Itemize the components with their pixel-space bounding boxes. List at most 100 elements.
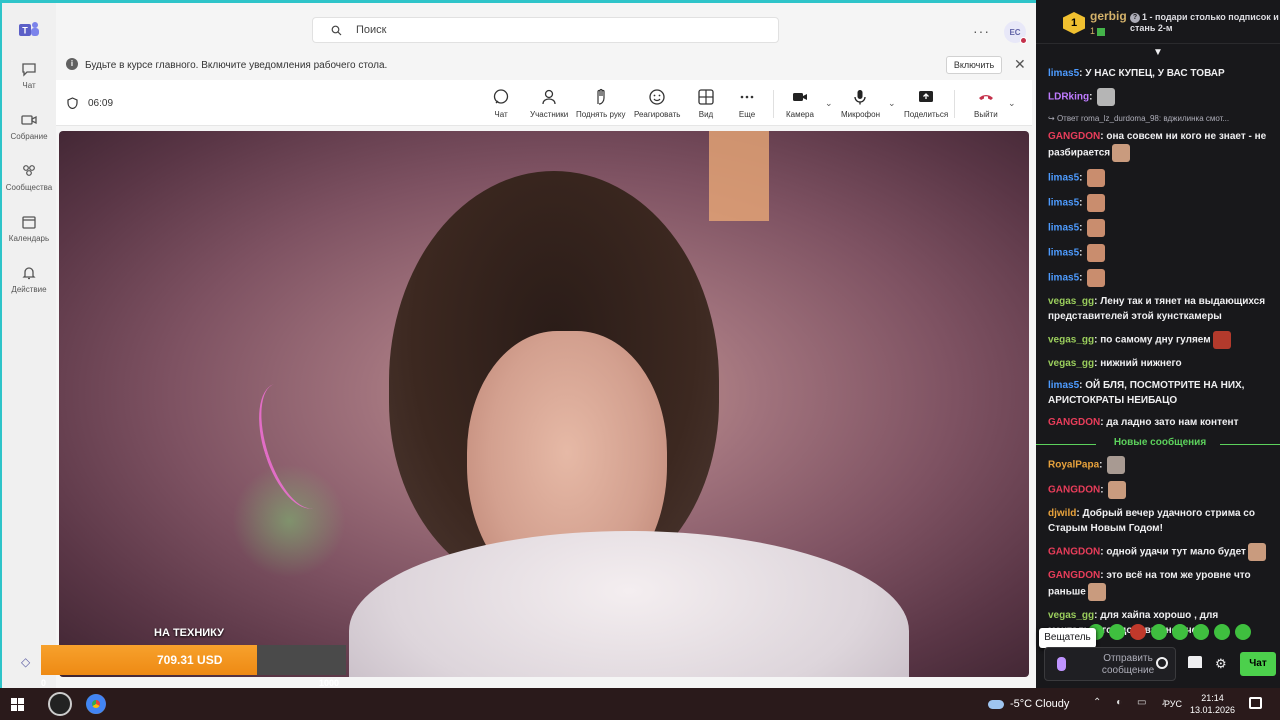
share-button[interactable]: Поделиться <box>904 88 948 119</box>
shield-icon <box>67 97 78 109</box>
chat-username[interactable]: vegas_gg <box>1048 358 1094 369</box>
emote-icon[interactable] <box>1151 624 1167 640</box>
status-dot-icon <box>1020 37 1027 44</box>
avatar[interactable]: EC <box>1004 21 1027 44</box>
emote-icon[interactable] <box>1087 269 1106 287</box>
leave-label: Выйти <box>974 110 998 119</box>
chat-username[interactable]: vegas_gg <box>1048 335 1094 346</box>
diamond-icon[interactable]: ◇ <box>21 655 30 669</box>
language-indicator[interactable]: РУС <box>1164 699 1182 709</box>
more-button[interactable]: Еще <box>738 88 756 119</box>
emote-bar[interactable] <box>1088 624 1256 644</box>
emote-icon[interactable] <box>1112 144 1131 162</box>
microphone-options-chevron-icon[interactable]: ⌄ <box>888 98 896 109</box>
emote-icon[interactable] <box>1108 481 1127 499</box>
react-button[interactable]: Реагировать <box>634 88 680 119</box>
camera-options-chevron-icon[interactable]: ⌄ <box>825 98 833 109</box>
chat-username[interactable]: GANGDON <box>1048 485 1100 496</box>
top-gifter-text: 1 - подари столько подписок и стань 2-м <box>1130 12 1279 33</box>
leave-options-chevron-icon[interactable]: ⌄ <box>1008 98 1016 109</box>
chat-username[interactable]: limas5 <box>1048 248 1079 259</box>
weather-widget[interactable]: -5°C Cloudy <box>988 698 1069 710</box>
chat-message: GANGDON: она совсем ни кого не знает - н… <box>1048 129 1272 162</box>
chat-username[interactable]: limas5 <box>1048 380 1079 391</box>
emote-icon[interactable] <box>1193 624 1209 640</box>
raise-hand-button[interactable]: Поднять руку <box>576 88 625 119</box>
chat-message: limas5: ОЙ БЛЯ, ПОСМОТРИТЕ НА НИХ, АРИСТ… <box>1048 380 1245 406</box>
microphone-button[interactable]: Микрофон <box>841 88 880 119</box>
chat-username[interactable]: limas5 <box>1048 173 1079 184</box>
bell-icon <box>22 267 36 280</box>
top-gifter-message: ? 1 - подари столько подписок и стань 2-м <box>1130 12 1280 34</box>
emote-icon[interactable] <box>1247 543 1266 561</box>
emote-icon[interactable] <box>1214 624 1230 640</box>
emote-icon[interactable] <box>1087 583 1106 601</box>
gear-icon[interactable]: ⚙ <box>1215 656 1227 672</box>
camera-button[interactable]: Камера <box>786 88 814 119</box>
rail-item-meetings[interactable]: Собрание <box>2 112 56 141</box>
teams-logo-icon[interactable]: T <box>18 19 40 41</box>
chat-username[interactable]: limas5 <box>1048 68 1079 79</box>
clock-time: 21:14 <box>1201 693 1224 703</box>
system-tray[interactable]: ⌃ ◐ ▭ ♪ <box>1093 697 1172 708</box>
chat-username[interactable]: limas5 <box>1048 273 1079 284</box>
notifications-icon[interactable] <box>1249 697 1262 709</box>
emote-icon[interactable] <box>1097 88 1116 106</box>
chat-username[interactable]: GANGDON <box>1048 131 1100 142</box>
chat-message-text: одной удачи тут мало будет <box>1106 546 1246 558</box>
emote-icon[interactable] <box>1087 169 1106 187</box>
chat-username[interactable]: LDRking <box>1048 92 1089 103</box>
donation-amount: 709.31 USD <box>157 653 223 667</box>
leave-button[interactable]: Выйти <box>974 88 998 119</box>
emote-icon[interactable] <box>1087 194 1106 212</box>
windows-start-icon[interactable] <box>11 698 24 711</box>
emote-icon[interactable] <box>1212 331 1231 349</box>
more-options-icon[interactable]: ··· <box>973 23 990 39</box>
rail-item-calendar[interactable]: Календарь <box>2 214 56 243</box>
communities-icon <box>23 165 35 176</box>
store-icon[interactable] <box>1188 656 1202 668</box>
rail-item-chat[interactable]: Чат <box>2 61 56 90</box>
search-input[interactable]: Поиск <box>312 17 779 43</box>
chat-username[interactable]: djwild <box>1048 508 1076 519</box>
stream-chat-panel: 1 gerbig 1 ? 1 - подари столько подписок … <box>1036 0 1280 688</box>
chat-username[interactable]: GANGDON <box>1048 547 1100 558</box>
chat-username[interactable]: GANGDON <box>1048 417 1100 428</box>
rail-label: Календарь <box>8 234 50 243</box>
chat-message-text: по самому дну гуляем <box>1100 334 1211 346</box>
chat-username[interactable]: GANGDON <box>1048 570 1100 581</box>
emote-icon[interactable] <box>1107 456 1126 474</box>
chrome-icon[interactable] <box>84 692 108 716</box>
chat-username[interactable]: limas5 <box>1048 223 1079 234</box>
stopwatch-app-icon[interactable] <box>48 692 72 716</box>
chat-username[interactable]: RoyalPapa <box>1048 460 1099 471</box>
chat-username[interactable]: limas5 <box>1048 198 1079 209</box>
top-gifter-banner[interactable]: 1 gerbig 1 ? 1 - подари столько подписок … <box>1036 0 1280 44</box>
chat-username[interactable]: vegas_gg <box>1048 296 1094 307</box>
participants-button[interactable]: Участники <box>530 88 568 119</box>
emote-icon[interactable] <box>1087 219 1106 237</box>
chat-input[interactable]: Отправить сообщение <box>1044 647 1176 681</box>
chat-username[interactable]: vegas_gg <box>1048 610 1094 621</box>
chat-filter-icon[interactable]: ▼ <box>1153 47 1163 58</box>
rail-item-activity[interactable]: Действие <box>2 265 56 294</box>
microphone-icon[interactable] <box>1057 657 1066 671</box>
chat-message-text: У НАС КУПЕЦ, У ВАС ТОВАР <box>1085 68 1225 79</box>
emote-picker-icon[interactable] <box>1156 657 1168 669</box>
emote-icon[interactable] <box>1087 244 1106 262</box>
taskbar-clock[interactable]: 21:14 13.01.2026 <box>1190 692 1235 716</box>
toolbar-divider <box>954 90 955 118</box>
teams-window: T Чат Собрание Сообщества Календарь Дейс… <box>0 0 1036 688</box>
emote-icon[interactable] <box>1130 624 1146 640</box>
view-button[interactable]: Вид <box>697 88 715 119</box>
emote-icon[interactable] <box>1172 624 1188 640</box>
person-robe <box>349 531 909 677</box>
emote-icon[interactable] <box>1235 624 1251 640</box>
call-chat-button[interactable]: Чат <box>492 88 510 119</box>
enable-notifications-button[interactable]: Включить <box>946 56 1002 74</box>
emote-icon[interactable] <box>1109 624 1125 640</box>
close-icon[interactable]: ✕ <box>1014 56 1026 73</box>
reply-context[interactable]: ↪ Ответ roma_lz_durdoma_98: вджилинка см… <box>1048 113 1272 125</box>
send-chat-button[interactable]: Чат <box>1240 652 1276 676</box>
rail-item-communities[interactable]: Сообщества <box>2 163 56 192</box>
